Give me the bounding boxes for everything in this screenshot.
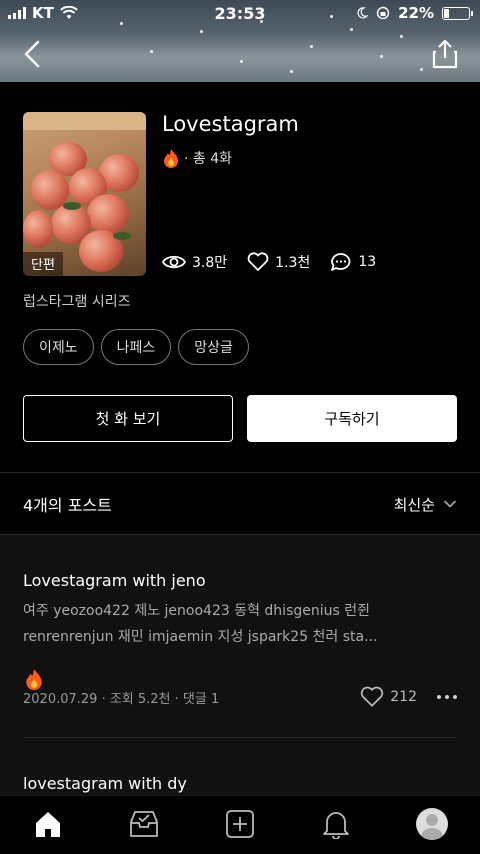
subscribe-button[interactable]: 구독하기 — [247, 395, 457, 442]
divider — [0, 472, 480, 473]
tab-notifications[interactable] — [316, 806, 356, 842]
episode-count: · 총 4화 — [184, 151, 233, 167]
rotation-lock-icon — [376, 6, 390, 20]
share-button[interactable] — [430, 38, 460, 70]
more-icon[interactable] — [437, 695, 457, 699]
battery-percent: 22% — [398, 4, 434, 22]
tag[interactable]: 이제노 — [23, 329, 94, 365]
series-name[interactable]: 럽스타그램 시리즈 — [23, 291, 131, 311]
post-list: Lovestagram with jeno 여주 yeozoo422 제노 je… — [0, 535, 480, 795]
heart-icon — [361, 686, 384, 707]
thumbnail-badge: 단편 — [23, 252, 63, 276]
posts-count: 4개의 포스트 — [23, 496, 112, 515]
sort-dropdown[interactable]: 최신순 — [394, 494, 457, 515]
series-stats: 3.8만 1.3천 13 — [162, 252, 396, 272]
avatar — [416, 808, 448, 840]
first-episode-button[interactable]: 첫 화 보기 — [23, 395, 233, 442]
posts-header: 4개의 포스트 최신순 — [0, 474, 480, 534]
post-item[interactable]: Lovestagram with jeno 여주 yeozoo422 제노 je… — [23, 571, 457, 650]
bell-icon — [323, 812, 349, 839]
post-item[interactable]: lovestagram with dy — [23, 774, 457, 793]
series-meta: · 총 4화 — [162, 148, 232, 168]
status-bar: KT 23:53 22% — [0, 0, 480, 26]
post-excerpt: 여주 yeozoo422 제노 jenoo423 동혁 dhisgenius 런… — [23, 603, 378, 645]
home-icon — [36, 812, 60, 837]
post-like-button[interactable]: 212 — [360, 686, 417, 708]
post-title: lovestagram with dy — [23, 774, 187, 793]
divider — [23, 737, 457, 738]
inbox-icon — [130, 811, 158, 837]
post-meta: 2020.07.29 · 조회 5.2천 · 댓글 1 — [23, 691, 220, 707]
chevron-down-icon — [443, 500, 457, 508]
views-count: 3.8만 — [192, 255, 228, 271]
add-icon — [226, 810, 254, 838]
post-title: Lovestagram with jeno — [23, 571, 206, 590]
post-footer: 2020.07.29 · 조회 5.2천 · 댓글 1 212 — [23, 686, 457, 708]
comment-icon — [331, 253, 351, 271]
tab-profile[interactable] — [412, 806, 452, 842]
back-button[interactable] — [18, 38, 46, 70]
tab-home[interactable] — [28, 806, 68, 842]
series-title: Lovestagram — [162, 112, 299, 136]
comments-count: 13 — [358, 254, 377, 270]
bottom-tab-bar — [0, 795, 480, 854]
moon-icon — [357, 7, 369, 19]
flame-icon — [164, 149, 178, 168]
tag[interactable]: 나페스 — [100, 329, 172, 365]
tag[interactable]: 망상글 — [178, 329, 249, 365]
sort-label: 최신순 — [393, 495, 435, 514]
series-thumbnail[interactable]: 단편 — [23, 112, 146, 276]
likes-count: 1.3천 — [275, 255, 311, 271]
tag-list: 이제노 나페스 망상글 — [23, 329, 249, 365]
tab-inbox[interactable] — [124, 806, 164, 842]
tab-add[interactable] — [220, 806, 260, 842]
post-likes-count: 212 — [390, 689, 417, 705]
eye-icon — [162, 255, 186, 269]
battery-icon — [442, 6, 473, 20]
heart-icon — [247, 252, 269, 271]
